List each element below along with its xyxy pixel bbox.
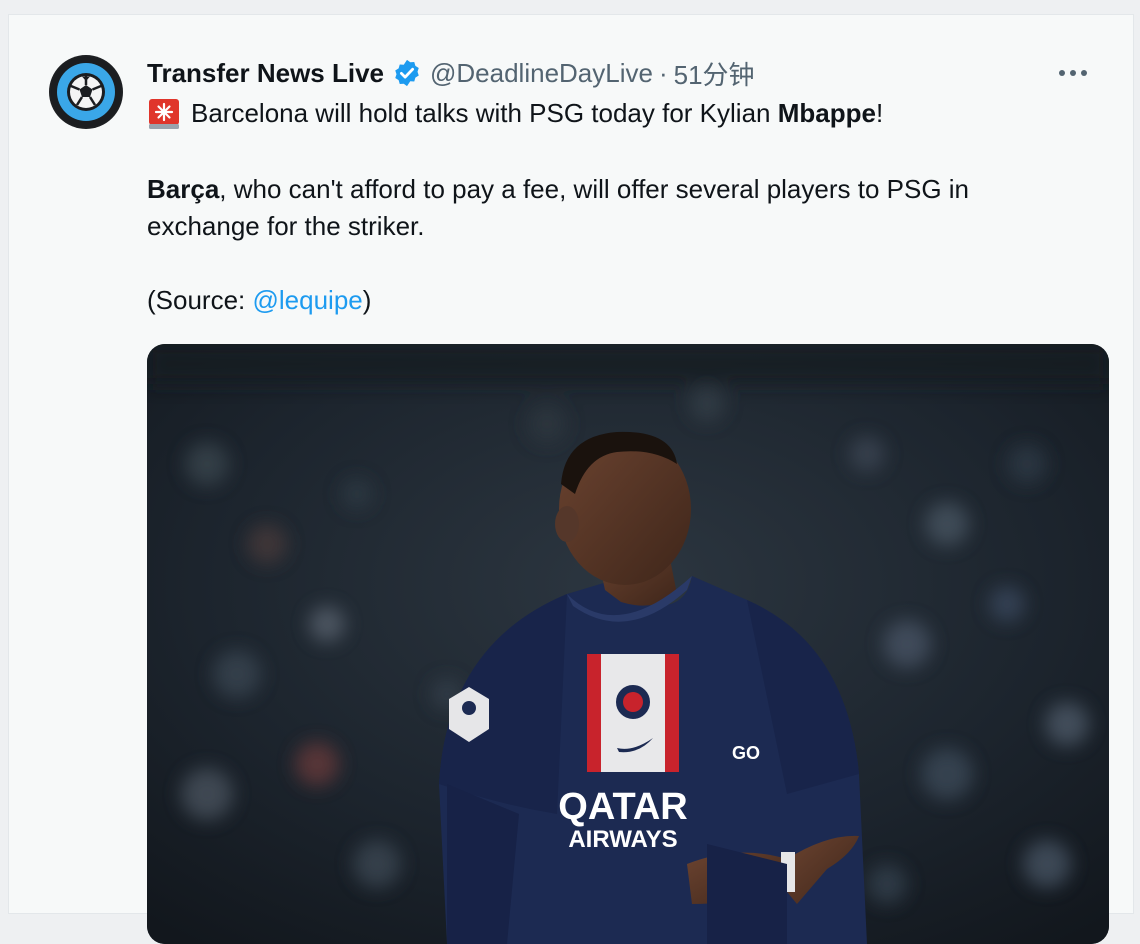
para2-bold: Barça	[147, 174, 220, 204]
more-horizontal-icon	[1059, 70, 1087, 76]
source-prefix: (Source:	[147, 285, 253, 315]
tweet-time[interactable]: 51分钟	[674, 55, 755, 92]
tweet-card[interactable]: Transfer News Live @DeadlineDayLive · 51…	[8, 14, 1134, 944]
player-photo: QATAR AIRWAYS GO	[147, 344, 1109, 944]
siren-emoji-icon	[147, 97, 181, 131]
more-options-button[interactable]	[1053, 59, 1093, 87]
tweet-text-line1: Barcelona will hold talks with PSG today…	[147, 95, 1077, 132]
header-separator: ·	[658, 57, 668, 88]
tweet-media-photo[interactable]: QATAR AIRWAYS GO	[147, 344, 1109, 944]
jersey-sleeve-text: GO	[732, 743, 760, 763]
tweet-header: Transfer News Live @DeadlineDayLive · 51…	[147, 55, 755, 91]
source-suffix: )	[362, 285, 372, 315]
jersey-sponsor-1: QATAR	[558, 786, 687, 828]
line1-bold: Mbappe	[777, 98, 876, 128]
tweet-text-para2: Barça, who can't afford to pay a fee, wi…	[147, 171, 1077, 245]
line1-text: Barcelona will hold talks with PSG today…	[191, 98, 778, 128]
author-avatar[interactable]	[49, 55, 123, 129]
soccer-ball-icon	[51, 57, 121, 127]
verified-badge-icon	[392, 58, 422, 88]
author-handle[interactable]: @DeadlineDayLive	[430, 58, 653, 89]
jersey-sponsor-2: AIRWAYS	[568, 826, 677, 853]
author-name[interactable]: Transfer News Live	[147, 58, 384, 89]
tweet-source-line: (Source: @lequipe)	[147, 282, 1077, 319]
line1-suffix: !	[875, 98, 884, 128]
para2-rest: , who can't afford to pay a fee, will of…	[147, 174, 970, 241]
source-mention-link[interactable]: @lequipe	[253, 285, 363, 315]
